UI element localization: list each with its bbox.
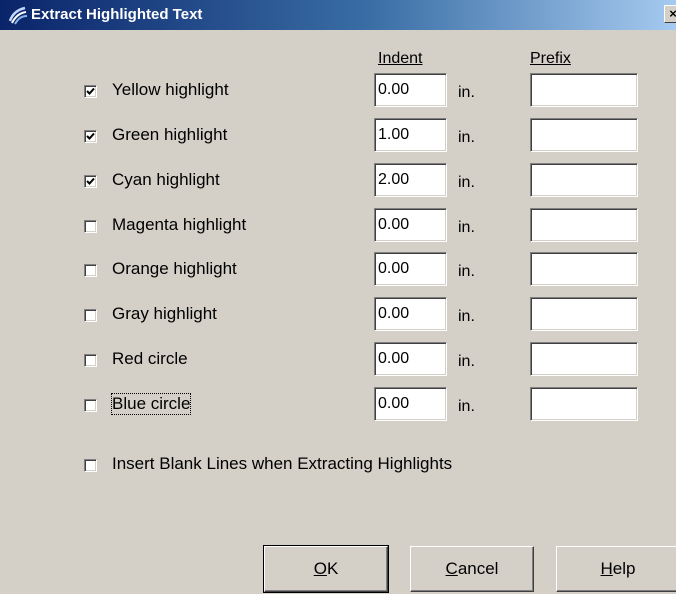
cancel-button-mnemonic: C — [445, 559, 458, 578]
gray-highlight-indent-field[interactable] — [374, 297, 447, 331]
blue-circle-option[interactable]: Blue circle in. — [0, 387, 676, 424]
checkmark-icon — [86, 132, 95, 140]
ok-button-label-rest: K — [326, 559, 339, 578]
green-highlight-option[interactable]: Green highlight in. — [0, 118, 676, 155]
blue-circle-checkbox[interactable] — [84, 399, 97, 412]
cyan-highlight-option[interactable]: Cyan highlight in. — [0, 163, 676, 200]
insert-blank-lines-label[interactable]: Insert Blank Lines when Extracting Highl… — [112, 454, 452, 474]
cyan-highlight-label[interactable]: Cyan highlight — [112, 170, 220, 190]
insert-blank-lines-option[interactable]: Insert Blank Lines when Extracting Highl… — [0, 450, 676, 484]
magenta-highlight-indent-field[interactable] — [374, 208, 447, 242]
close-button[interactable]: × — [664, 5, 676, 23]
cancel-button[interactable]: Cancel — [410, 546, 534, 592]
orange-highlight-option[interactable]: Orange highlight in. — [0, 252, 676, 289]
help-button-label-rest: elp — [612, 559, 636, 578]
gray-highlight-label[interactable]: Gray highlight — [112, 304, 217, 324]
orange-highlight-label[interactable]: Orange highlight — [112, 259, 237, 279]
indent-column-header: Indent — [378, 50, 423, 67]
yellow-highlight-checkbox[interactable] — [84, 85, 97, 98]
gray-highlight-checkbox[interactable] — [84, 309, 97, 322]
cyan-highlight-prefix-field[interactable] — [530, 163, 638, 197]
cyan-highlight-checkbox[interactable] — [84, 175, 97, 188]
orange-highlight-indent-unit: in. — [458, 263, 475, 280]
yellow-highlight-indent-field[interactable] — [374, 73, 447, 107]
yellow-highlight-indent-unit: in. — [458, 84, 475, 101]
magenta-highlight-prefix-field[interactable] — [530, 208, 638, 242]
cyan-highlight-indent-unit: in. — [458, 174, 475, 191]
orange-highlight-checkbox[interactable] — [84, 264, 97, 277]
gray-highlight-indent-unit: in. — [458, 308, 475, 325]
gray-highlight-prefix-field[interactable] — [530, 297, 638, 331]
red-circle-checkbox[interactable] — [84, 354, 97, 367]
magenta-highlight-indent-unit: in. — [458, 219, 475, 236]
checkmark-icon — [86, 87, 95, 95]
ok-button-mnemonic: O — [313, 559, 327, 578]
yellow-highlight-option[interactable]: Yellow highlight in. — [0, 73, 676, 110]
gray-highlight-option[interactable]: Gray highlight in. — [0, 297, 676, 334]
green-highlight-indent-unit: in. — [458, 129, 475, 146]
cancel-button-label-rest: ancel — [457, 559, 499, 578]
red-circle-option[interactable]: Red circle in. — [0, 342, 676, 379]
orange-highlight-indent-field[interactable] — [374, 252, 447, 286]
magenta-highlight-label[interactable]: Magenta highlight — [112, 215, 246, 235]
red-circle-indent-field[interactable] — [374, 342, 447, 376]
blue-circle-indent-unit: in. — [458, 398, 475, 415]
cyan-highlight-indent-field[interactable] — [374, 163, 447, 197]
title-bar[interactable]: Extract Highlighted Text × — [0, 0, 676, 30]
red-circle-indent-unit: in. — [458, 353, 475, 370]
ok-button[interactable]: OK — [263, 545, 389, 593]
window-title: Extract Highlighted Text — [31, 6, 203, 23]
help-button-mnemonic: H — [600, 559, 613, 578]
red-circle-prefix-field[interactable] — [530, 342, 638, 376]
prefix-column-header: Prefix — [530, 50, 571, 67]
red-circle-label[interactable]: Red circle — [112, 349, 188, 369]
blue-circle-indent-field[interactable] — [374, 387, 447, 421]
yellow-highlight-label[interactable]: Yellow highlight — [112, 80, 229, 100]
green-highlight-prefix-field[interactable] — [530, 118, 638, 152]
blue-circle-label[interactable]: Blue circle — [110, 393, 192, 415]
magenta-highlight-checkbox[interactable] — [84, 220, 97, 233]
blue-circle-prefix-field[interactable] — [530, 387, 638, 421]
green-highlight-label[interactable]: Green highlight — [112, 125, 227, 145]
help-button[interactable]: Help — [556, 546, 676, 592]
yellow-highlight-prefix-field[interactable] — [530, 73, 638, 107]
orange-highlight-prefix-field[interactable] — [530, 252, 638, 286]
checkmark-icon — [86, 177, 95, 185]
green-highlight-indent-field[interactable] — [374, 118, 447, 152]
insert-blank-lines-checkbox[interactable] — [84, 459, 97, 472]
green-highlight-checkbox[interactable] — [84, 130, 97, 143]
magenta-highlight-option[interactable]: Magenta highlight in. — [0, 208, 676, 245]
app-swirl-icon[interactable] — [8, 5, 28, 25]
